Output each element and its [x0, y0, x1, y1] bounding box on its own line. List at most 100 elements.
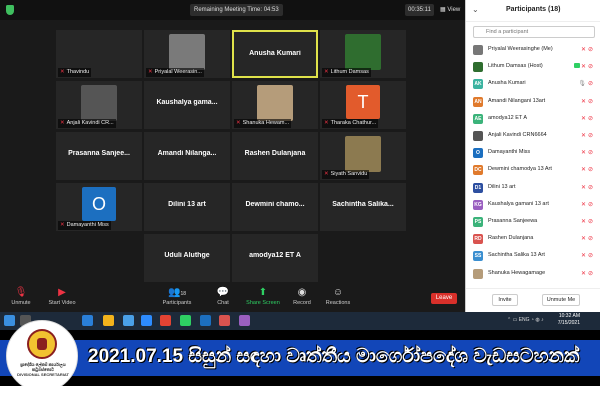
leave-button[interactable]: Leave [431, 293, 457, 304]
video-tile[interactable]: ✕ Priyalal Weerasin... [144, 30, 230, 78]
participant-name: Prasanna Sanjeewa [488, 218, 538, 224]
system-tray[interactable]: ⌃ ▭ ENG ◔ ◍ ♪ [507, 317, 544, 323]
participants-button[interactable]: 👥18 Participants [157, 286, 197, 306]
video-tile[interactable]: amodya12 ET A [232, 234, 318, 282]
panel-title: Participants (18) [506, 6, 561, 13]
participant-row[interactable]: Lithum Damsas (Host) ✕⊘ [466, 59, 600, 75]
language-indicator: ENG [518, 317, 530, 323]
zoom-icon[interactable] [141, 315, 152, 326]
seal-icon [27, 329, 57, 359]
video-tile[interactable]: Dewmini chamo... [232, 183, 318, 231]
video-tile[interactable]: Amandi Nilanga... [144, 132, 230, 180]
host-video-icon [573, 63, 580, 69]
video-tile[interactable]: ✕ Siyath Sanvidu [320, 132, 406, 180]
participant-row[interactable]: AE amodya12 ET A ✕⊘ [466, 111, 600, 127]
video-off-icon: ⊘ [587, 270, 595, 277]
video-area: Remaining Meeting Time: 04:53 00:35:11 ▦… [0, 0, 465, 312]
participant-row[interactable]: D1 Dilini 13 art ✕⊘ [466, 180, 600, 196]
participant-status-icons: ✕⊘ [581, 201, 595, 208]
participant-row[interactable]: Priyalal Weerasinghe (Me) ✕⊘ [466, 42, 600, 58]
search-input[interactable] [473, 26, 595, 38]
participant-avatar: T [346, 85, 380, 119]
participant-name: Priyalal Weerasinghe (Me) [488, 46, 553, 52]
video-tile[interactable]: Anusha Kumari [232, 30, 318, 78]
participant-avatar: AN [473, 96, 483, 107]
video-tile[interactable]: Sachintha Salika... [320, 183, 406, 231]
video-tile[interactable]: Uduli Aluthge [144, 234, 230, 282]
participant-name: Damayanthi Miss [488, 149, 531, 156]
chat-button[interactable]: 💬 Chat [203, 286, 243, 306]
participant-status-icons: ✕⊘ [581, 132, 595, 139]
shield-icon[interactable] [6, 5, 14, 15]
mic-icon: 🎙 [578, 81, 588, 88]
participant-row[interactable]: AK Anusha Kumari 🎙⊘ [466, 76, 600, 92]
mic-muted-icon: ✕ [580, 253, 588, 260]
participant-row[interactable]: DC Dewmini chamodya 13 Art ✕⊘ [466, 162, 600, 178]
mic-muted-icon: ✕ [148, 69, 153, 75]
video-tile[interactable]: Kaushalya gama... [144, 81, 230, 129]
mic-muted-icon: ✕ [580, 150, 588, 157]
participant-row[interactable]: O Damayanthi Miss ✕⊘ [466, 145, 600, 161]
chrome-icon[interactable] [160, 315, 171, 326]
participant-row[interactable]: PS Prasanna Sanjeewa ✕⊘ [466, 214, 600, 230]
participant-avatar: O [473, 148, 483, 159]
participant-status-icons: ✕⊘ [581, 115, 595, 122]
participant-status-icons: ✕⊘ [581, 218, 595, 225]
mic-muted-icon: ✕ [324, 69, 329, 75]
mic-muted-icon: ✕ [324, 171, 329, 177]
video-tile[interactable]: O ✕ Damayanthi Miss [56, 183, 142, 231]
participant-row[interactable]: AN Amandi Nilangani 13art ✕⊘ [466, 94, 600, 110]
taskbar-time: 10:32 AM [558, 313, 580, 319]
video-tile[interactable]: T ✕ Tharaka Chathur... [320, 81, 406, 129]
video-tile[interactable]: Rashen Dulanjana [232, 132, 318, 180]
panel-header: ⌄ Participants (18) [466, 0, 600, 22]
store-icon[interactable] [123, 315, 134, 326]
video-off-icon: ⊘ [587, 47, 595, 53]
participant-status-icons: ✕⊘ [581, 235, 595, 242]
participant-row[interactable]: SS Sachintha Salika 13 Art ✕⊘ [466, 248, 600, 264]
video-off-icon: ▶ [58, 287, 66, 298]
edge-icon[interactable] [82, 315, 93, 326]
mic-muted-icon: ✕ [580, 236, 588, 243]
participant-name: Shanuka Hewagamage [488, 269, 546, 276]
mic-muted-icon: ✕ [580, 133, 588, 139]
app-icon[interactable] [239, 315, 250, 326]
video-tile[interactable]: Dilini 13 art [144, 183, 230, 231]
unmute-me-button[interactable]: Unmute Me [542, 294, 580, 306]
share-screen-button[interactable]: ⬆ Share Screen [243, 286, 283, 306]
participant-row[interactable]: Shanuka Hewagamage ✕⊘ [466, 266, 600, 282]
participant-name: Anusha Kumari [488, 80, 526, 87]
video-tile[interactable]: Prasanna Sanjee... [56, 132, 142, 180]
participant-name: Lithum Damsas (Host) [488, 63, 543, 70]
taskbar-clock[interactable]: 10:32 AM 7/15/2021 [558, 313, 580, 327]
participant-avatar: SS [473, 251, 483, 262]
chevron-down-icon[interactable]: ⌄ [472, 5, 479, 14]
video-tile[interactable]: ✕ Lithum Damsas [320, 30, 406, 78]
view-button[interactable]: ▦ View [437, 4, 463, 16]
meeting-clock: 00:35:11 [405, 4, 434, 16]
whatsapp-icon[interactable] [180, 315, 191, 326]
video-tile[interactable]: ✕ Shanuka Hewam... [232, 81, 318, 129]
participant-photo [81, 85, 117, 121]
folder-icon[interactable] [103, 315, 114, 326]
participant-row[interactable]: KG Kaushalya gamani 13 art ✕⊘ [466, 197, 600, 213]
participant-name: Rashen Dulanjana [488, 235, 534, 242]
reactions-button[interactable]: ☺ Reactions [318, 286, 358, 306]
tile-label: ✕ Priyalal Weerasin... [146, 68, 204, 77]
video-tile[interactable]: ✕ Anjali Kavindi CR... [56, 81, 142, 129]
participant-avatar: RD [473, 234, 483, 245]
participant-row[interactable]: RD Rashen Dulanjana ✕⊘ [466, 231, 600, 247]
record-button[interactable]: ◉ Record [282, 286, 322, 306]
windows-start-icon[interactable] [4, 315, 15, 326]
unmute-button[interactable]: 🎙 Unmute [1, 286, 41, 306]
participant-status-icons: 🎙⊘ [578, 80, 595, 87]
word-icon[interactable] [200, 315, 211, 326]
mic-muted-icon: ✕ [580, 219, 588, 225]
participant-photo [257, 85, 293, 121]
app-icon[interactable] [219, 315, 230, 326]
participant-row[interactable]: Anjali Kavindi CRN6664 ✕⊘ [466, 128, 600, 144]
invite-button[interactable]: Invite [492, 294, 518, 306]
start-video-button[interactable]: ▶ Start Video [42, 286, 82, 306]
tile-label-text: Lithum Damsas [330, 69, 369, 75]
video-tile[interactable]: ✕ Thavindu [56, 30, 142, 78]
